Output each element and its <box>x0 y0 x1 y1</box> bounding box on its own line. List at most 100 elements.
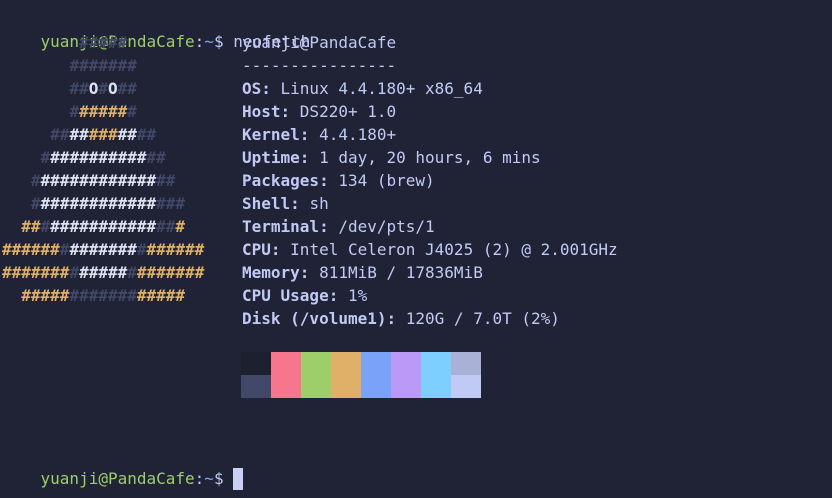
color-palette <box>241 352 481 398</box>
system-info: yuanji@PandaCafe ---------------- OS: Li… <box>242 31 618 330</box>
ascii-segment: ### <box>88 125 118 144</box>
prompt-dollar-2: $ <box>213 469 224 488</box>
ascii-segment: ####### <box>69 240 137 259</box>
ascii-segment <box>2 33 79 52</box>
ascii-segment: ## <box>69 125 89 144</box>
info-key-colon: : <box>270 240 291 259</box>
prompt-path-2: ~ <box>204 469 214 488</box>
ascii-segment <box>2 286 21 305</box>
ascii-segment: ## <box>146 148 166 167</box>
palette-row-normal <box>241 352 481 375</box>
color-swatch-bright <box>391 375 421 398</box>
ascii-logo-row: ####### <box>2 100 217 123</box>
info-key: Host <box>242 102 281 121</box>
info-value: 4.4.180+ <box>319 125 397 144</box>
ascii-segment <box>2 148 41 167</box>
ascii-segment: # <box>30 171 41 190</box>
color-swatch <box>271 352 301 375</box>
info-value: DS220+ 1.0 <box>299 102 397 121</box>
ascii-segment: # <box>136 240 147 259</box>
info-row: CPU: Intel Celeron J4025 (2) @ 2.001GHz <box>242 238 618 261</box>
info-value: sh <box>309 194 329 213</box>
info-key: Kernel <box>242 125 300 144</box>
ascii-logo-row: ############### <box>2 169 217 192</box>
ascii-segment: ## <box>156 171 176 190</box>
info-row: Terminal: /dev/pts/1 <box>242 215 618 238</box>
text-cursor[interactable] <box>233 467 244 490</box>
color-swatch <box>421 352 451 375</box>
ascii-segment: ## <box>69 79 89 98</box>
info-value: 120G / 7.0T (2%) <box>405 309 560 328</box>
ascii-segment <box>2 125 50 144</box>
info-key: Disk (/volume1) <box>242 309 387 328</box>
color-swatch <box>391 352 421 375</box>
ascii-segment: ### <box>156 194 186 213</box>
ascii-segment: # <box>127 263 137 282</box>
ascii-segment: ##### <box>21 286 70 305</box>
ascii-segment: ##### <box>79 33 128 52</box>
info-key-colon: : <box>299 148 320 167</box>
ascii-logo-row: ##################### <box>2 261 217 284</box>
info-key: Shell <box>242 194 291 213</box>
info-key-colon: : <box>319 217 339 236</box>
ascii-segment <box>2 194 31 213</box>
info-row: Packages: 134 (brew) <box>242 169 618 192</box>
prompt-user-host-2: yuanji@PandaCafe <box>40 469 195 488</box>
ascii-segment: ##### <box>79 102 128 121</box>
ascii-segment: # <box>98 79 108 98</box>
ascii-segment <box>2 102 69 121</box>
info-row: Disk (/volume1): 120G / 7.0T (2%) <box>242 307 618 330</box>
color-swatch-bright <box>421 375 451 398</box>
info-value: 1% <box>347 286 368 305</box>
ascii-logo-row: ################ <box>2 192 217 215</box>
ascii-logo-row: ##################### <box>2 238 217 261</box>
info-key: Packages <box>242 171 320 190</box>
ascii-segment: ####### <box>2 263 70 282</box>
info-key: Uptime <box>242 148 300 167</box>
color-swatch-bright <box>331 375 361 398</box>
info-key: Memory <box>242 263 300 282</box>
ascii-logo-row: ################# <box>2 284 217 307</box>
info-row: Shell: sh <box>242 192 618 215</box>
ascii-logo-row: ##### <box>2 31 217 54</box>
color-swatch-bright <box>301 375 331 398</box>
color-swatch-bright <box>271 375 301 398</box>
color-swatch <box>301 352 331 375</box>
ascii-segment: # <box>40 217 51 236</box>
prompt-colon-2: : <box>194 469 205 488</box>
ascii-segment: ## <box>136 125 157 144</box>
ascii-segment: ##### <box>136 286 186 305</box>
terminal-window[interactable]: yuanji@PandaCafe:~$ neofetch ##### #####… <box>0 0 832 498</box>
ascii-segment: O <box>88 79 99 98</box>
prompt-line-command: yuanji@PandaCafe:~$ neofetch <box>2 7 311 51</box>
ascii-segment: ## <box>50 125 70 144</box>
ascii-segment: # <box>59 240 70 259</box>
info-key-colon: : <box>319 171 339 190</box>
ascii-segment: # <box>30 194 41 213</box>
ascii-segment <box>2 79 69 98</box>
ascii-segment: # <box>127 102 137 121</box>
ascii-segment: ## <box>117 125 137 144</box>
ascii-logo: ##### ####### ##O#O## ####### ##########… <box>2 31 217 307</box>
info-key: CPU <box>242 240 271 259</box>
ascii-segment: ## <box>117 79 137 98</box>
ascii-segment: ##### <box>79 263 128 282</box>
ascii-logo-row: ########### <box>2 123 217 146</box>
info-key-colon: : <box>328 286 348 305</box>
info-value: 811MiB / 17836MiB <box>319 263 483 282</box>
color-swatch <box>331 352 361 375</box>
ascii-segment: ####### <box>69 286 137 305</box>
prompt-line-current[interactable]: yuanji@PandaCafe:~$ <box>2 444 244 490</box>
info-value: /dev/pts/1 <box>338 217 435 236</box>
color-swatch-bright <box>241 375 271 398</box>
ascii-segment: ############ <box>40 194 157 213</box>
color-swatch-bright <box>361 375 391 398</box>
info-value: Linux 4.4.180+ x86_64 <box>280 79 483 98</box>
info-key: Terminal <box>242 217 320 236</box>
ascii-segment <box>2 217 21 236</box>
ascii-segment: # <box>175 217 186 236</box>
info-row: CPU Usage: 1% <box>242 284 618 307</box>
info-key-colon: : <box>299 125 320 144</box>
info-row: OS: Linux 4.4.180+ x86_64 <box>242 77 618 100</box>
ascii-logo-row: ################# <box>2 215 217 238</box>
